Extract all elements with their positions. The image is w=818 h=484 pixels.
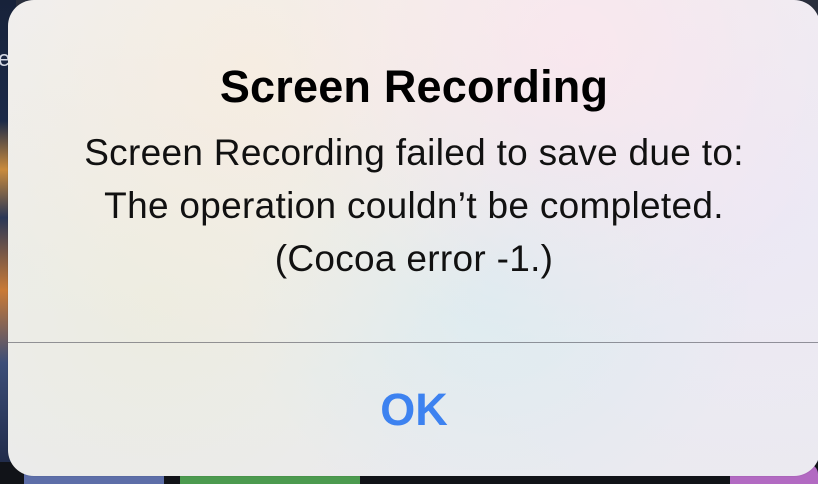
alert-body: Screen Recording Screen Recording failed… bbox=[8, 0, 818, 343]
alert-title: Screen Recording bbox=[219, 61, 609, 112]
ok-button[interactable]: OK bbox=[8, 343, 818, 476]
alert-message-line: (Cocoa error -1.) bbox=[274, 238, 554, 279]
alert-message-line: Screen Recording failed to save due to: bbox=[84, 132, 744, 173]
alert-dialog: Screen Recording Screen Recording failed… bbox=[8, 0, 818, 476]
alert-message-line: The operation couldn’t be completed. bbox=[104, 185, 724, 226]
alert-message: Screen Recording failed to save due to: … bbox=[8, 126, 818, 285]
